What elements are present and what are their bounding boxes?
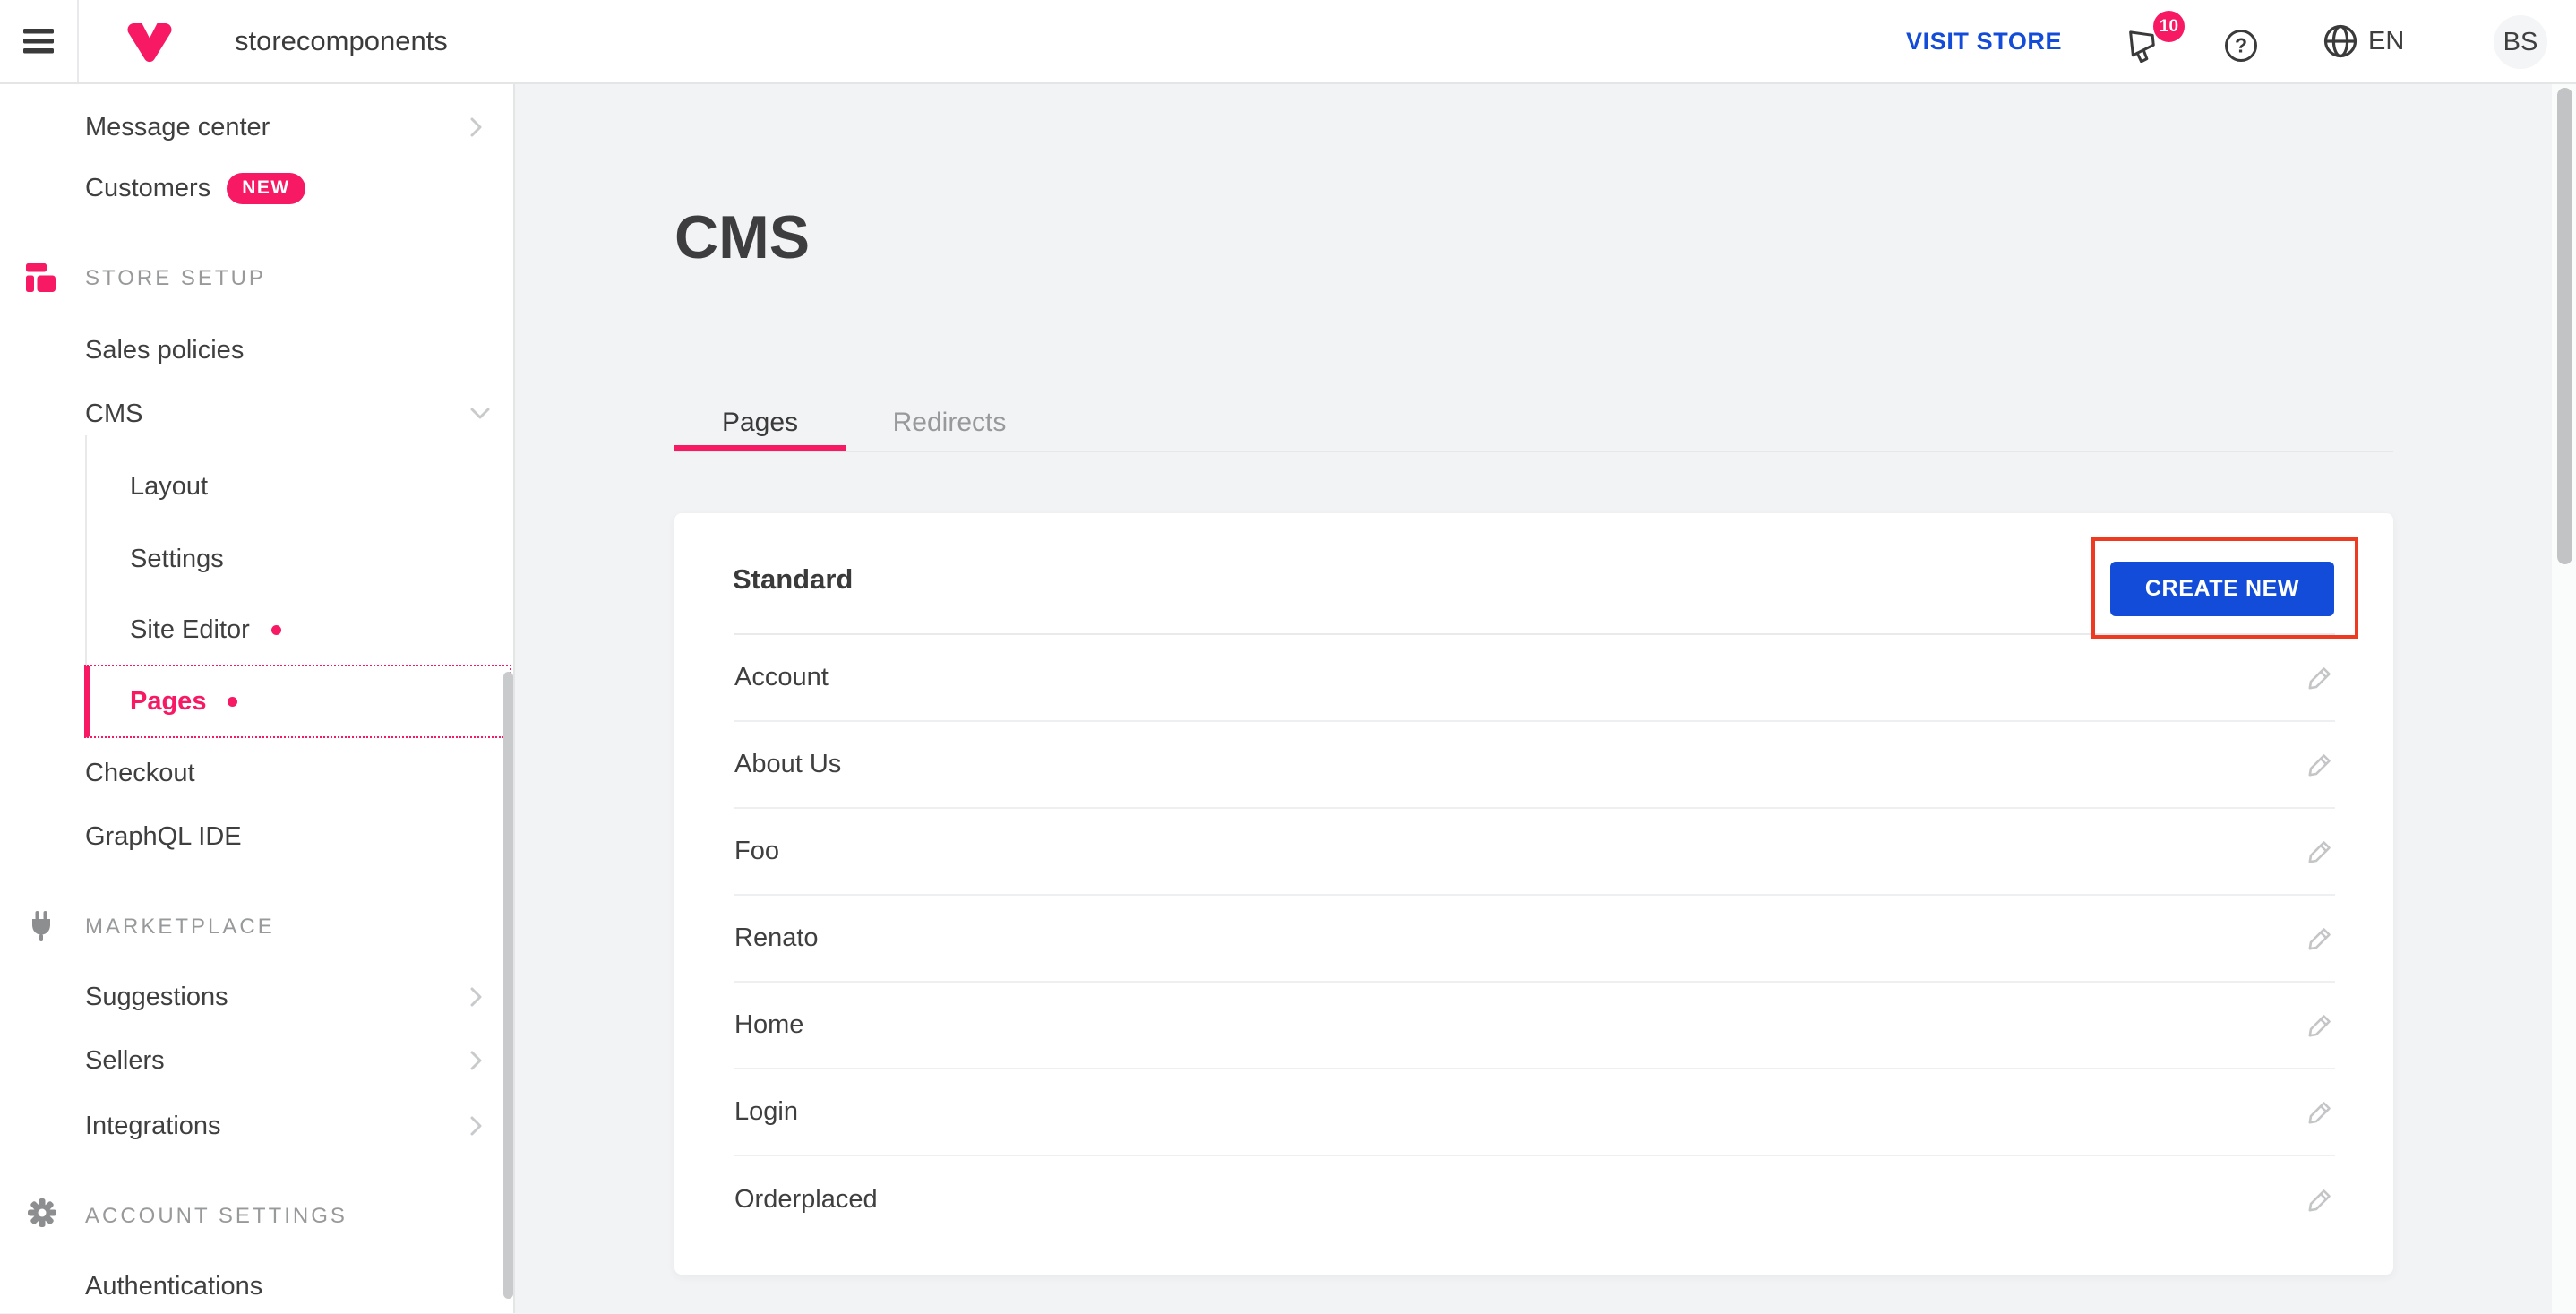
sidebar-item-sales-policies[interactable]: Sales policies: [85, 322, 484, 378]
pages-card: Standard CREATE NEW Account About Us Foo…: [674, 513, 2393, 1275]
sidebar-item-label: Checkout: [85, 758, 195, 787]
page-name: Orderplaced: [734, 1185, 878, 1214]
sidebar: Message center Customers NEW STORE SETUP…: [0, 84, 515, 1313]
sidebar-item-checkout[interactable]: Checkout: [85, 745, 484, 801]
page-row: Foo: [734, 809, 2335, 896]
tab-redirects[interactable]: Redirects: [873, 394, 1026, 451]
sidebar-item-pages-active[interactable]: Pages: [84, 665, 511, 738]
visit-store-link[interactable]: VISIT STORE: [1906, 0, 2062, 82]
topbar-divider: [77, 0, 79, 82]
sidebar-item-label: Integrations: [85, 1111, 221, 1140]
chevron-right-icon: [469, 116, 484, 138]
edit-pencil-icon[interactable]: [2305, 750, 2335, 780]
sidebar-item-label: Suggestions: [85, 982, 228, 1011]
submenu-guide-line: [85, 435, 87, 665]
sidebar-item-message-center[interactable]: Message center: [85, 99, 484, 155]
topbar: storecomponents VISIT STORE 10 ? EN BS: [0, 0, 2576, 84]
chevron-right-icon: [469, 1050, 484, 1071]
page-name: Foo: [734, 837, 779, 865]
sidebar-item-integrations[interactable]: Integrations: [85, 1098, 484, 1154]
gear-icon: [26, 1197, 58, 1229]
sidebar-item-site-editor[interactable]: Site Editor: [130, 602, 484, 657]
sidebar-item-settings[interactable]: Settings: [130, 531, 484, 587]
sidebar-item-label: Site Editor: [130, 614, 250, 644]
sidebar-item-suggestions[interactable]: Suggestions: [85, 969, 484, 1025]
sidebar-item-label: Settings: [130, 544, 224, 573]
language-selector[interactable]: EN: [2322, 0, 2404, 82]
sidebar-item-label: Sales policies: [85, 335, 245, 365]
page-row: Renato: [734, 896, 2335, 983]
hamburger-menu-button[interactable]: [0, 0, 77, 82]
sidebar-item-customers[interactable]: Customers NEW: [85, 160, 484, 216]
sidebar-item-label: Layout: [130, 471, 209, 501]
plug-icon: [26, 909, 56, 943]
sidebar-item-label: Message center: [85, 112, 270, 142]
sidebar-item-authentications[interactable]: Authentications: [85, 1258, 484, 1314]
sidebar-item-label: Customers: [85, 173, 211, 202]
vtex-logo-icon[interactable]: [127, 20, 172, 63]
main-scrollbar[interactable]: [2557, 88, 2572, 564]
sidebar-item-cms[interactable]: CMS: [85, 386, 490, 442]
notifications-button[interactable]: 10: [2126, 11, 2189, 66]
active-tab-underline: [674, 445, 846, 451]
section-store-setup: STORE SETUP: [85, 266, 266, 290]
tabs-divider: [674, 451, 2393, 452]
page-row: Home: [734, 983, 2335, 1069]
section-account-settings: ACCOUNT SETTINGS: [85, 1204, 348, 1228]
page-name: Home: [734, 1010, 804, 1039]
card-title: Standard: [733, 563, 854, 595]
page-row: About Us: [734, 722, 2335, 809]
create-new-button[interactable]: CREATE NEW: [2110, 562, 2334, 616]
page-name: Account: [734, 663, 829, 691]
sidebar-item-graphql-ide[interactable]: GraphQL IDE: [85, 809, 484, 864]
language-label: EN: [2368, 26, 2405, 56]
sidebar-item-label: CMS: [85, 399, 143, 428]
page-name: Login: [734, 1097, 798, 1126]
page-name: Renato: [734, 923, 819, 952]
edit-pencil-icon[interactable]: [2305, 663, 2335, 693]
page-title: CMS: [674, 203, 811, 271]
new-badge: NEW: [227, 172, 305, 204]
pink-dot-indicator: [228, 696, 238, 707]
chevron-down-icon: [470, 408, 490, 419]
svg-text:?: ?: [2235, 34, 2247, 57]
pink-dot-indicator: [270, 624, 281, 635]
edit-pencil-icon[interactable]: [2305, 1097, 2335, 1128]
user-avatar[interactable]: BS: [2494, 15, 2547, 69]
page-row: Orderplaced: [734, 1156, 2335, 1243]
edit-pencil-icon[interactable]: [2305, 837, 2335, 867]
sidebar-scrollbar[interactable]: [503, 672, 513, 1299]
chevron-right-icon: [469, 1115, 484, 1137]
tab-pages[interactable]: Pages: [674, 394, 846, 451]
page-row: Login: [734, 1069, 2335, 1156]
sidebar-item-label: Pages: [130, 686, 207, 716]
edit-pencil-icon[interactable]: [2305, 1010, 2335, 1041]
edit-pencil-icon[interactable]: [2305, 923, 2335, 954]
hamburger-icon: [23, 29, 54, 54]
account-name: storecomponents: [235, 25, 448, 56]
sidebar-item-label: GraphQL IDE: [85, 821, 242, 851]
edit-pencil-icon[interactable]: [2305, 1185, 2335, 1215]
notification-count-badge: 10: [2153, 11, 2185, 42]
page-row: Account: [734, 635, 2335, 722]
question-circle-icon: ?: [2225, 30, 2257, 62]
sidebar-item-layout[interactable]: Layout: [130, 459, 484, 514]
sidebar-item-label: Sellers: [85, 1045, 165, 1075]
globe-icon: [2323, 24, 2357, 58]
chevron-right-icon: [469, 986, 484, 1008]
layout-grid-icon: [26, 263, 56, 292]
page-name: About Us: [734, 750, 842, 778]
sidebar-item-label: Authentications: [85, 1271, 263, 1301]
help-button[interactable]: ?: [2223, 28, 2259, 64]
section-marketplace: MARKETPLACE: [85, 915, 275, 939]
sidebar-item-sellers[interactable]: Sellers: [85, 1033, 484, 1088]
